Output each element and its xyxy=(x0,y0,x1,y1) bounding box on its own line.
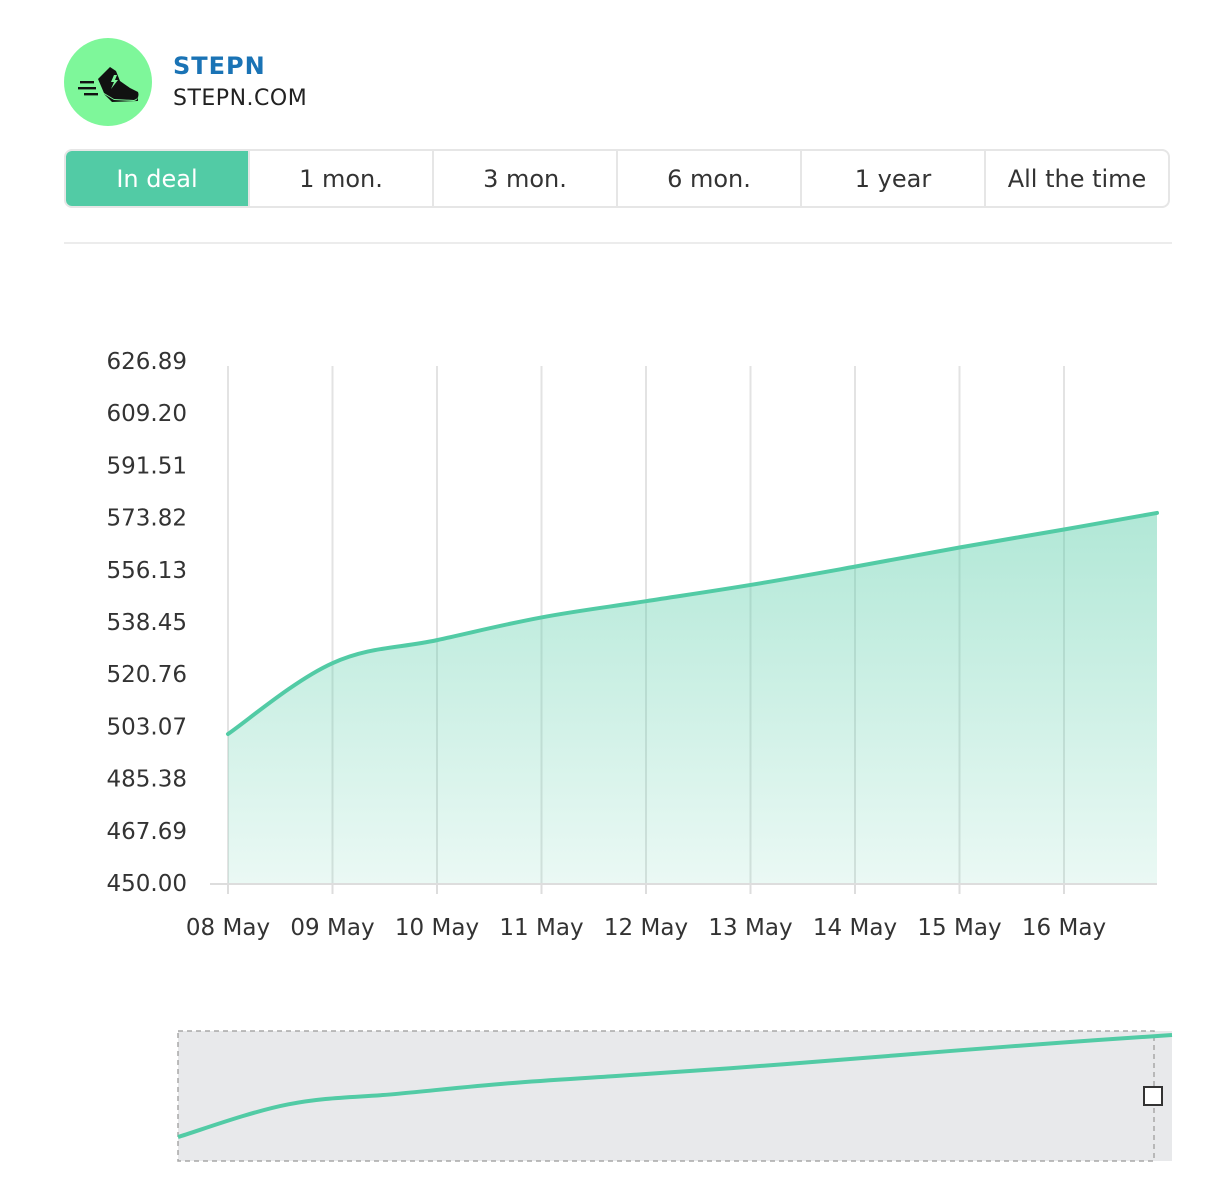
y-tick-label: 573.82 xyxy=(107,506,187,532)
x-tick-label: 10 May xyxy=(395,915,479,941)
x-tick-label: 16 May xyxy=(1022,915,1106,941)
tab-all-time[interactable]: All the time xyxy=(986,151,1168,206)
y-tick-label: 520.76 xyxy=(107,662,187,688)
price-area-chart: 08 May 09 May 10 May 11 May 12 May 13 May 14 M… xyxy=(107,349,1159,941)
brand-name[interactable]: STEPN xyxy=(173,52,266,80)
x-tick-label: 08 May xyxy=(186,915,270,941)
header: STEPN STEPN.COM xyxy=(64,38,664,128)
tab-1-year[interactable]: 1 year xyxy=(802,151,986,206)
stepn-logo xyxy=(64,38,152,126)
tab-3-months[interactable]: 3 mon. xyxy=(434,151,618,206)
period-tabs: In deal 1 mon. 3 mon. 6 mon. 1 year All … xyxy=(64,149,1170,208)
range-navigator[interactable] xyxy=(0,1020,1230,1180)
y-tick-label: 503.07 xyxy=(107,714,187,740)
navigator-handle[interactable] xyxy=(1143,1086,1163,1106)
x-tick-label: 14 May xyxy=(813,915,897,941)
y-tick-label: 556.13 xyxy=(107,558,187,584)
y-tick-label: 450.00 xyxy=(107,871,187,897)
y-tick-label: 467.69 xyxy=(107,819,187,845)
header-divider xyxy=(64,242,1172,244)
y-tick-label: 485.38 xyxy=(107,767,187,793)
navigator-background xyxy=(178,1031,1172,1161)
x-tick-label: 12 May xyxy=(604,915,688,941)
y-tick-label: 591.51 xyxy=(107,453,187,479)
area-fill xyxy=(228,512,1157,883)
x-tick-label: 09 May xyxy=(290,915,374,941)
x-tick-label: 11 May xyxy=(499,915,583,941)
x-tick-label: 13 May xyxy=(708,915,792,941)
running-shoe-icon xyxy=(78,67,139,102)
tab-in-deal[interactable]: In deal xyxy=(66,151,250,206)
y-tick-label: 609.20 xyxy=(107,401,187,427)
y-tick-label: 626.89 xyxy=(107,349,187,375)
y-tick-label: 538.45 xyxy=(107,610,187,636)
tab-1-month[interactable]: 1 mon. xyxy=(250,151,434,206)
tab-6-months[interactable]: 6 mon. xyxy=(618,151,802,206)
x-tick-label: 15 May xyxy=(917,915,1001,941)
brand-site[interactable]: STEPN.COM xyxy=(173,86,307,111)
